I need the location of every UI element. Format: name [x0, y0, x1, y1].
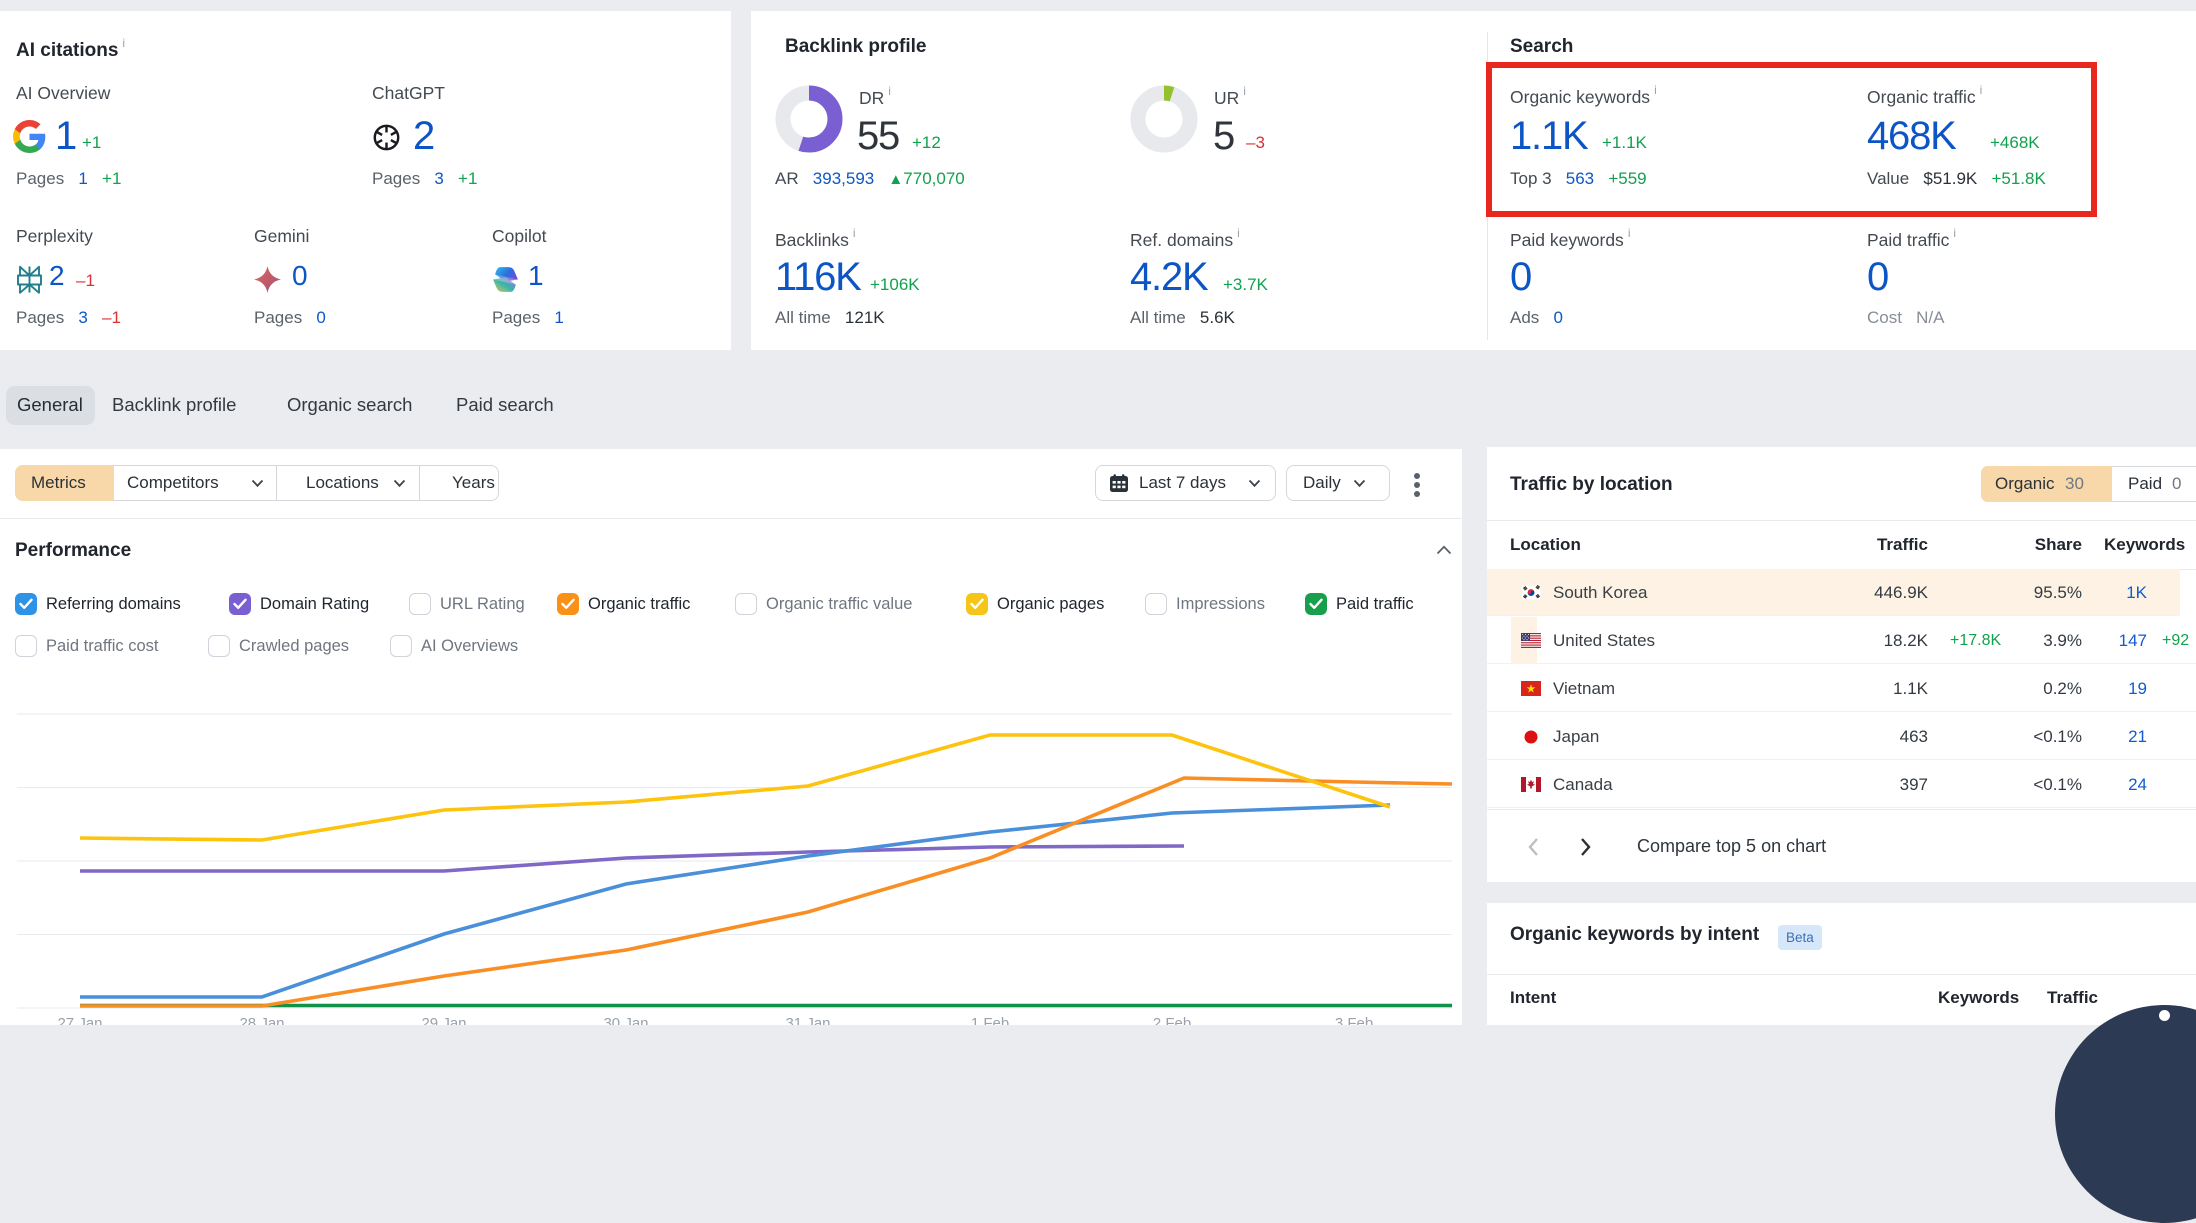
- svg-text:30 Jan: 30 Jan: [603, 1015, 648, 1025]
- svg-text:31 Jan: 31 Jan: [785, 1015, 830, 1025]
- svg-text:1 Feb: 1 Feb: [971, 1015, 1009, 1025]
- svg-text:3 Feb: 3 Feb: [1335, 1015, 1373, 1025]
- svg-text:28 Jan: 28 Jan: [239, 1015, 284, 1025]
- svg-text:29 Jan: 29 Jan: [421, 1015, 466, 1025]
- svg-text:27 Jan: 27 Jan: [57, 1015, 102, 1025]
- svg-text:2 Feb: 2 Feb: [1153, 1015, 1191, 1025]
